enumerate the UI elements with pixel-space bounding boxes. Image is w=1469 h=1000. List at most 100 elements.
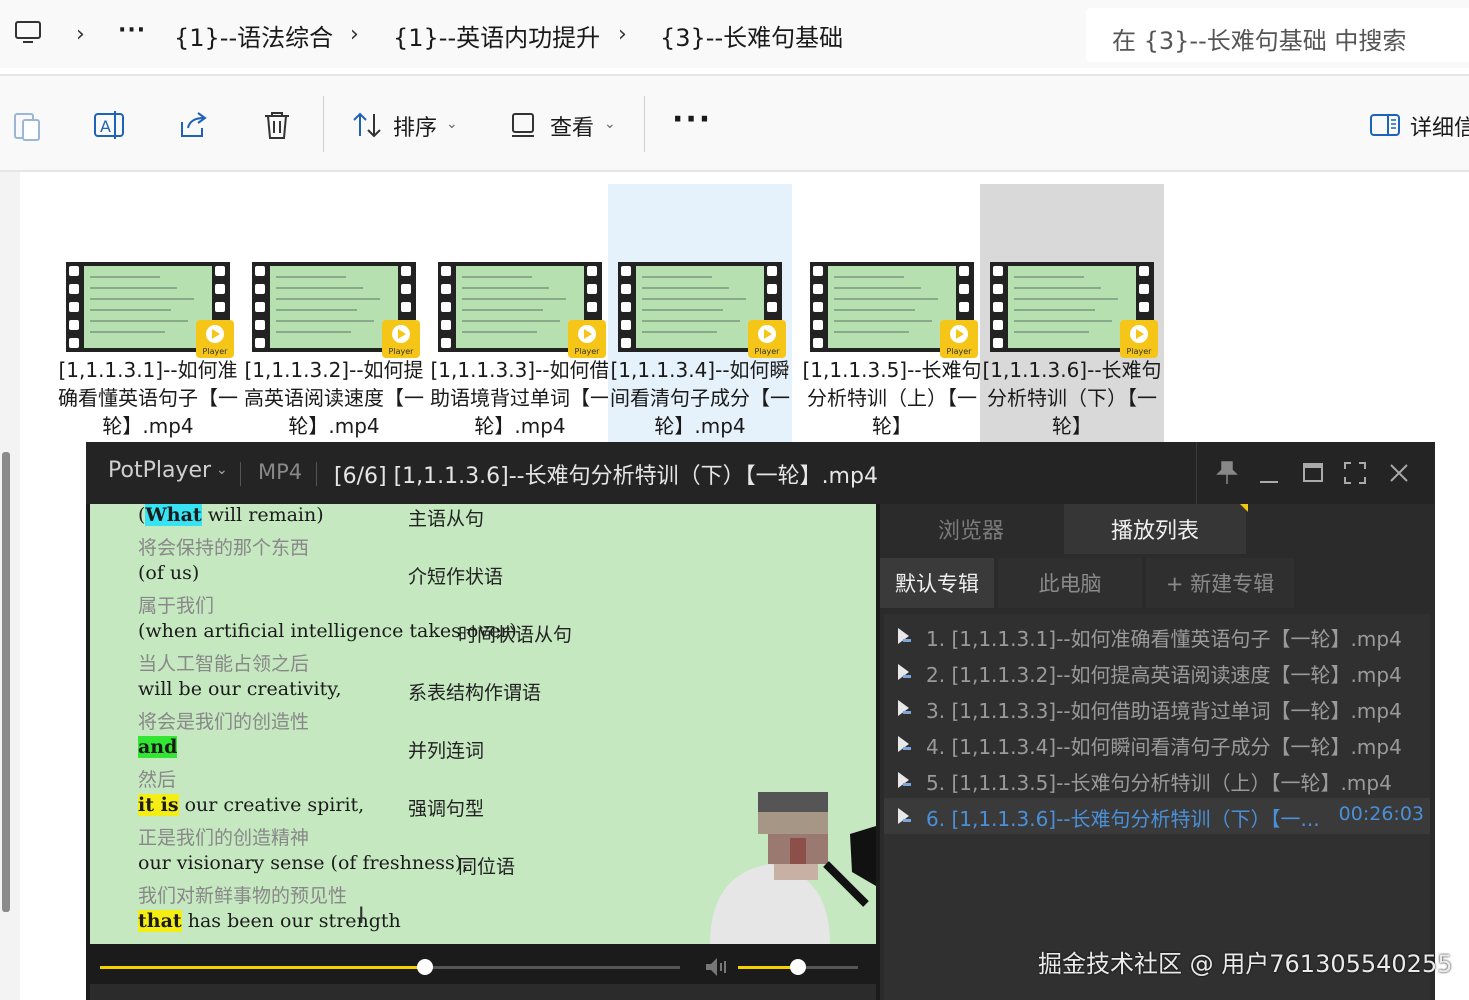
playlist: 1. [1,1.1.3.1]--如何准确看懂英语句子【一轮】.mp4 2. [1,… xyxy=(884,614,1430,1000)
playlist-item-title: 5. [1,1.1.3.5]--长难句分析特训（上）【一轮】.mp4 xyxy=(926,771,1392,795)
file-tile[interactable]: Player [1,1.1.3.3]--如何借助语境背过单词【一轮】.mp4 xyxy=(428,184,612,442)
close-icon[interactable] xyxy=(1384,458,1414,488)
side-panel: 浏览器 播放列表 默认专辑 此电脑 + 新建专辑 1. [1,1.1.3.1]-… xyxy=(880,504,1435,1000)
video-thumbnail: Player xyxy=(990,262,1158,358)
chevron-right-icon: › xyxy=(76,22,85,47)
film-strip xyxy=(441,266,453,348)
details-pane-button[interactable]: 详细信 xyxy=(1410,110,1469,142)
album-tab-this-pc[interactable]: 此电脑 xyxy=(998,558,1142,608)
grammar-note: 介短作状语 xyxy=(408,566,504,588)
highlighted-word: and xyxy=(138,736,178,758)
file-tile[interactable]: Player [1,1.1.3.5]--长难句分析特训（上）【一轮】 xyxy=(800,184,984,442)
potplayer-logo[interactable]: PotPlayer xyxy=(108,458,211,483)
breadcrumb-item-2[interactable]: {1}--英语内功提升 xyxy=(393,18,600,53)
paste-icon[interactable] xyxy=(10,108,44,142)
view-button[interactable]: 查看 xyxy=(550,110,594,142)
volume-slider-fill xyxy=(738,966,798,969)
potplayer-titlebar[interactable]: PotPlayer ⌄ MP4 [6/6] [1,1.1.3.6]--长难句分析… xyxy=(86,442,1435,504)
subtitle-text: will remain) xyxy=(201,504,324,526)
file-tile[interactable]: Player [1,1.1.3.4]--如何瞬间看清句子成分【一轮】.mp4 xyxy=(608,184,792,442)
tab-playlist[interactable]: 播放列表 xyxy=(1064,504,1246,554)
toolbar-separator xyxy=(323,96,324,152)
album-tab-default[interactable]: 默认专辑 xyxy=(880,558,994,608)
subtitle-translation: 本是我们的优势 xyxy=(138,939,271,944)
chevron-down-icon: ⌄ xyxy=(446,116,458,132)
sort-button[interactable]: 排序 xyxy=(393,110,437,142)
subtitle-text: (of us) xyxy=(138,562,200,584)
breadcrumb-more[interactable]: ··· xyxy=(118,18,146,43)
potplayer-badge-icon: Player xyxy=(1120,320,1158,358)
playlist-item[interactable]: 5. [1,1.1.3.5]--长难句分析特训（上）【一轮】.mp4 xyxy=(884,762,1430,798)
minimize-icon[interactable] xyxy=(1254,458,1284,488)
scrollbar[interactable] xyxy=(2,452,10,912)
highlighted-word: it is xyxy=(138,794,179,816)
video-frame[interactable]: (What will remain) 主语从句 将会保持的那个东西 (of us) 介短… xyxy=(90,504,876,944)
share-icon[interactable] xyxy=(176,108,210,142)
video-thumbnail: Player xyxy=(66,262,234,358)
tab-browser[interactable]: 浏览器 xyxy=(880,504,1062,554)
grammar-note: 强调句型 xyxy=(408,798,485,820)
playlist-item-title: 2. [1,1.1.3.2]--如何提高英语阅读速度【一轮】.mp4 xyxy=(926,663,1402,687)
watermark: 掘金技术社区 @ 用户761305540255 xyxy=(1038,950,1453,978)
file-name: [1,1.1.3.6]--长难句分析特训（下）【一轮】 xyxy=(982,358,1162,438)
subtitle-translation: 属于我们 xyxy=(138,595,215,617)
thumbnail-frame xyxy=(828,266,956,348)
playlist-item[interactable]: 1. [1,1.1.3.1]--如何准确看懂英语句子【一轮】.mp4 xyxy=(884,618,1430,654)
file-tile[interactable]: Player [1,1.1.3.6]--长难句分析特训（下）【一轮】 xyxy=(980,184,1164,442)
text-cursor-icon: I xyxy=(358,904,365,929)
file-tile[interactable]: Player [1,1.1.3.1]--如何准确看懂英语句子【一轮】.mp4 xyxy=(56,184,240,442)
playlist-item[interactable]: 4. [1,1.1.3.4]--如何瞬间看清句子成分【一轮】.mp4 xyxy=(884,726,1430,762)
computer-icon[interactable] xyxy=(14,20,42,46)
breadcrumb-item-3[interactable]: {3}--长难句基础 xyxy=(660,18,843,53)
subtitle-text: will be our creativity, xyxy=(138,678,342,700)
playlist-item[interactable]: 3. [1,1.1.3.3]--如何借助语境背过单词【一轮】.mp4 xyxy=(884,690,1430,726)
toolbar: A 排序 ⌄ 查看 ⌄ ··· 详细信 xyxy=(0,76,1469,172)
search-input[interactable]: 在 {3}--长难句基础 中搜索 xyxy=(1086,8,1469,62)
grammar-note: 同位语 xyxy=(458,856,516,878)
rename-icon[interactable]: A xyxy=(92,108,126,142)
badge-label: Player xyxy=(1126,347,1152,356)
volume-icon[interactable] xyxy=(704,956,730,978)
fullscreen-icon[interactable] xyxy=(1340,458,1370,488)
view-icon[interactable] xyxy=(508,108,542,142)
video-thumbnail: Player xyxy=(810,262,978,358)
screen: › ··· {1}--语法综合 › {1}--英语内功提升 › {3}--长难句… xyxy=(0,0,1469,1000)
playlist-item-title: 6. [1,1.1.3.6]--长难句分析特训（下）【一... xyxy=(926,807,1320,831)
title-separator xyxy=(316,462,317,486)
seek-bar[interactable] xyxy=(100,959,680,975)
maximize-icon[interactable] xyxy=(1298,458,1328,488)
volume-slider-handle[interactable] xyxy=(790,959,806,975)
file-name: [1,1.1.3.3]--如何借助语境背过单词【一轮】.mp4 xyxy=(430,358,610,438)
pin-icon[interactable] xyxy=(1212,458,1242,488)
breadcrumb-item-1[interactable]: {1}--语法综合 xyxy=(174,18,333,53)
sort-icon[interactable] xyxy=(350,108,384,142)
play-icon xyxy=(898,808,911,824)
chevron-down-icon[interactable]: ⌄ xyxy=(216,462,228,478)
potplayer-window: PotPlayer ⌄ MP4 [6/6] [1,1.1.3.6]--长难句分析… xyxy=(86,442,1435,1000)
chevron-down-icon: ⌄ xyxy=(604,116,616,132)
play-icon xyxy=(898,772,911,788)
subtitle-text: our visionary sense (of freshness), xyxy=(138,852,469,874)
potplayer-badge-icon: Player xyxy=(382,320,420,358)
badge-label: Player xyxy=(388,347,414,356)
playlist-item[interactable]: 6. [1,1.1.3.6]--长难句分析特训（下）【一... 00:26:03 xyxy=(884,798,1430,834)
new-album-button[interactable]: + 新建专辑 xyxy=(1146,558,1294,608)
playback-controls xyxy=(90,946,876,1000)
control-button-strip xyxy=(90,984,876,1000)
film-strip xyxy=(69,266,81,348)
playlist-item[interactable]: 2. [1,1.1.3.2]--如何提高英语阅读速度【一轮】.mp4 xyxy=(884,654,1430,690)
badge-label: Player xyxy=(202,347,228,356)
details-pane-icon[interactable] xyxy=(1368,108,1402,142)
subtitle-translation: 将会保持的那个东西 xyxy=(138,537,310,559)
subtitle-line: our visionary sense (of freshness), 同位语 xyxy=(138,852,515,878)
breadcrumb: › ··· {1}--语法综合 › {1}--英语内功提升 › {3}--长难句… xyxy=(0,0,1070,68)
volume-slider[interactable] xyxy=(738,959,858,975)
more-options-button[interactable]: ··· xyxy=(672,102,712,137)
file-tile[interactable]: Player [1,1.1.3.2]--如何提高英语阅读速度【一轮】.mp4 xyxy=(242,184,426,442)
subtitle-translation: 我们对新鲜事物的预见性 xyxy=(138,885,348,907)
potplayer-badge-icon: Player xyxy=(568,320,606,358)
subtitle-text: has been our strength xyxy=(181,910,401,932)
search-placeholder: 在 {3}--长难句基础 中搜索 xyxy=(1112,27,1407,55)
seek-bar-handle[interactable] xyxy=(416,959,433,975)
delete-icon[interactable] xyxy=(260,108,294,142)
